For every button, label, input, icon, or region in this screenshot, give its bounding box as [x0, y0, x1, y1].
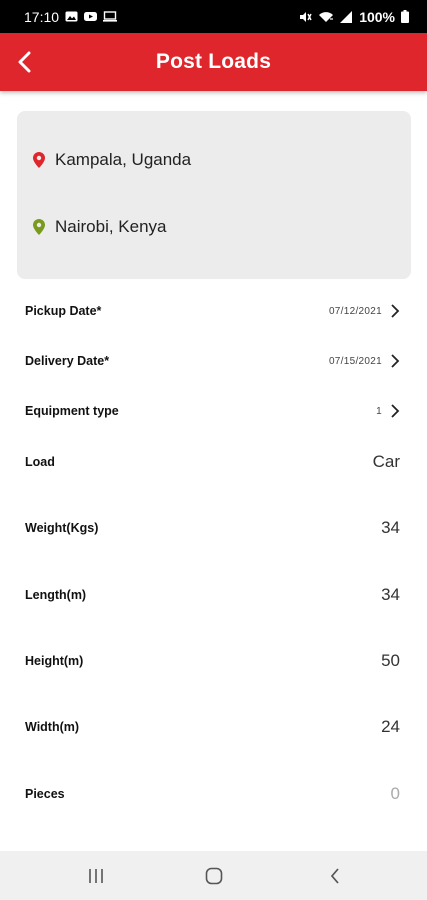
- chevron-right-icon: [391, 354, 400, 368]
- width-label: Width(m): [25, 720, 80, 734]
- weight-row: Weight(Kgs) 34: [25, 518, 400, 538]
- system-nav-bar: [0, 851, 427, 900]
- equipment-type-label: Equipment type: [25, 404, 119, 418]
- pieces-row: Pieces 0: [25, 784, 400, 804]
- delivery-date-value: 07/15/2021: [328, 355, 382, 367]
- system-back-button[interactable]: [323, 865, 347, 887]
- pickup-date-label: Pickup Date*: [25, 304, 102, 318]
- chevron-right-icon: [391, 304, 400, 318]
- battery-icon: [401, 10, 409, 23]
- status-bar: 17:10 100%: [0, 0, 427, 33]
- page-title: Post Loads: [155, 50, 272, 73]
- home-icon: [205, 867, 223, 885]
- equipment-type-value: 1: [376, 405, 382, 417]
- pickup-date-row[interactable]: Pickup Date* 07/12/2021: [25, 304, 400, 318]
- wifi-icon: [319, 11, 334, 22]
- destination-location[interactable]: Nairobi, Kenya: [33, 217, 167, 237]
- chevron-right-icon: [391, 404, 400, 418]
- length-label: Length(m): [25, 588, 87, 602]
- destination-label: Nairobi, Kenya: [55, 217, 167, 236]
- load-input[interactable]: Car: [373, 452, 400, 472]
- height-input[interactable]: 50: [381, 651, 400, 671]
- route-card: [17, 111, 411, 279]
- pieces-input[interactable]: 0: [391, 784, 400, 804]
- width-row: Width(m) 24: [25, 717, 400, 737]
- origin-location[interactable]: Kampala, Uganda: [33, 150, 191, 170]
- equipment-type-row[interactable]: Equipment type 1: [25, 404, 400, 418]
- map-pin-icon: [33, 219, 45, 235]
- weight-input[interactable]: 34: [381, 518, 400, 538]
- length-row: Length(m) 34: [25, 585, 400, 605]
- status-time: 17:10: [24, 8, 60, 25]
- map-pin-icon: [33, 152, 45, 168]
- height-row: Height(m) 50: [25, 651, 400, 671]
- length-input[interactable]: 34: [381, 585, 400, 605]
- chevron-left-icon: [330, 868, 339, 884]
- battery-percent: 100%: [359, 8, 395, 25]
- mute-icon: [300, 11, 312, 22]
- youtube-notification-icon: [84, 12, 98, 21]
- recent-apps-button[interactable]: [84, 865, 108, 887]
- weight-label: Weight(Kgs): [25, 521, 99, 535]
- signal-icon: [340, 10, 353, 23]
- home-button[interactable]: [202, 865, 226, 887]
- height-label: Height(m): [25, 654, 84, 668]
- pieces-label: Pieces: [25, 787, 65, 801]
- width-input[interactable]: 24: [381, 717, 400, 737]
- chevron-left-icon: [18, 51, 31, 73]
- delivery-date-label: Delivery Date*: [25, 354, 110, 368]
- recent-apps-icon: [89, 869, 103, 883]
- app-bar: Post Loads: [0, 33, 427, 91]
- screen-cast-icon: [103, 11, 118, 22]
- delivery-date-row[interactable]: Delivery Date* 07/15/2021: [25, 354, 400, 368]
- origin-label: Kampala, Uganda: [55, 150, 192, 169]
- load-label: Load: [25, 455, 55, 469]
- image-notification-icon: [65, 11, 78, 22]
- load-row: Load Car: [25, 452, 400, 472]
- back-button[interactable]: [10, 47, 40, 77]
- pickup-date-value: 07/12/2021: [328, 305, 382, 317]
